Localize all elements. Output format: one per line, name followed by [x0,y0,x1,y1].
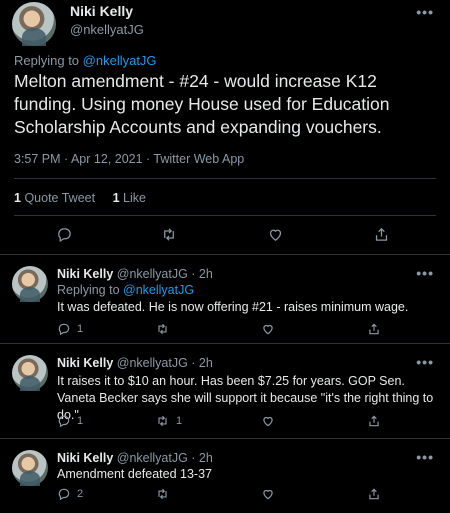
like-label: Like [123,191,146,205]
like-icon [263,489,273,500]
likes-stat[interactable]: 1 Like [113,191,146,205]
retweet-button[interactable] [155,322,176,336]
retweet-button[interactable] [155,487,176,501]
reply-header: Niki Kelly @nkellyatJG · 2h [57,451,213,465]
author-name[interactable]: Niki Kelly [57,451,113,465]
reply-button[interactable]: 1 [57,414,83,428]
replying-to: Replying to @nkellyatJG [14,53,157,68]
like-button[interactable] [261,414,281,428]
share-icon [369,323,379,335]
reply-tweet[interactable]: Niki Kelly @nkellyatJG · 2h ••• It raise… [0,345,450,439]
quote-tweets-stat[interactable]: 1 Quote Tweet [14,191,95,205]
share-icon [369,415,379,427]
retweet-icon [158,488,167,500]
share-button[interactable] [367,322,381,336]
replying-to: Replying to @nkellyatJG [57,283,194,297]
more-icon[interactable]: ••• [416,4,434,20]
like-icon [263,324,273,335]
reply-actions: 1 [57,322,447,338]
timestamp[interactable]: · 2h [191,267,213,281]
reply-header: Niki Kelly @nkellyatJG · 2h [57,356,213,370]
reply-text: Amendment defeated 13-37 [57,467,212,481]
reply-icon [58,323,70,336]
replying-prefix: Replying to [14,53,83,68]
tweet-stats: 1 Quote Tweet 1 Like [14,191,160,205]
avatar[interactable] [12,355,48,391]
author-name[interactable]: Niki Kelly [70,3,133,19]
tweet-actions [0,226,450,248]
reply-actions: 1 1 [57,414,447,430]
retweet-icon[interactable] [160,226,178,248]
reply-count: 1 [77,323,84,335]
author-name[interactable]: Niki Kelly [57,267,113,281]
divider [14,178,436,179]
reply-tweet[interactable]: Niki Kelly @nkellyatJG · 2h ••• Replying… [0,256,450,344]
author-handle[interactable]: @nkellyatJG [117,267,188,281]
author-handle[interactable]: @nkellyatJG [70,22,144,37]
reply-button[interactable]: 2 [57,487,83,501]
avatar[interactable] [12,2,56,46]
reply-icon [58,415,70,428]
reply-count: 2 [77,488,84,500]
timestamp[interactable]: · 2h [191,356,213,370]
retweet-button[interactable]: 1 [155,414,182,428]
more-icon[interactable]: ••• [416,354,434,370]
reply-header: Niki Kelly @nkellyatJG · 2h [57,267,213,281]
tweet-meta[interactable]: 3:57 PM · Apr 12, 2021 · Twitter Web App [14,152,244,166]
replying-prefix: Replying to [57,283,124,297]
author-name[interactable]: Niki Kelly [57,356,113,370]
quote-count: 1 [14,191,21,205]
replying-to-link[interactable]: @nkellyatJG [83,53,157,68]
avatar[interactable] [12,450,48,486]
more-icon[interactable]: ••• [416,449,434,465]
like-icon[interactable] [267,226,284,248]
like-count: 1 [112,191,120,205]
replying-to-link[interactable]: @nkellyatJG [123,283,194,297]
like-button[interactable] [261,487,281,501]
avatar[interactable] [12,266,48,302]
author-handle[interactable]: @nkellyatJG [117,451,188,465]
tweet-text: Melton amendment - #24 - would increase … [14,71,390,137]
quote-label: Quote Tweet [24,191,96,205]
divider [14,215,436,216]
like-icon [263,416,273,427]
main-tweet: Niki Kelly @nkellyatJG ••• Replying to @… [0,0,450,255]
share-icon [369,488,379,500]
more-icon[interactable]: ••• [416,265,434,281]
reply-button[interactable]: 1 [57,322,83,336]
timestamp[interactable]: · 2h [191,451,213,465]
reply-actions: 2 [57,487,447,503]
share-icon[interactable] [373,226,390,248]
reply-text: It was defeated. He is now offering #21 … [57,300,409,314]
retweet-count: 1 [176,415,183,427]
share-button[interactable] [367,487,381,501]
reply-count: 1 [77,415,84,427]
reply-icon [58,488,70,501]
reply-tweet[interactable]: Niki Kelly @nkellyatJG · 2h ••• Amendmen… [0,440,450,513]
retweet-icon [158,415,167,427]
like-button[interactable] [261,322,281,336]
retweet-icon [158,323,167,335]
author-handle[interactable]: @nkellyatJG [117,356,188,370]
share-button[interactable] [367,414,381,428]
reply-icon[interactable] [56,226,73,248]
